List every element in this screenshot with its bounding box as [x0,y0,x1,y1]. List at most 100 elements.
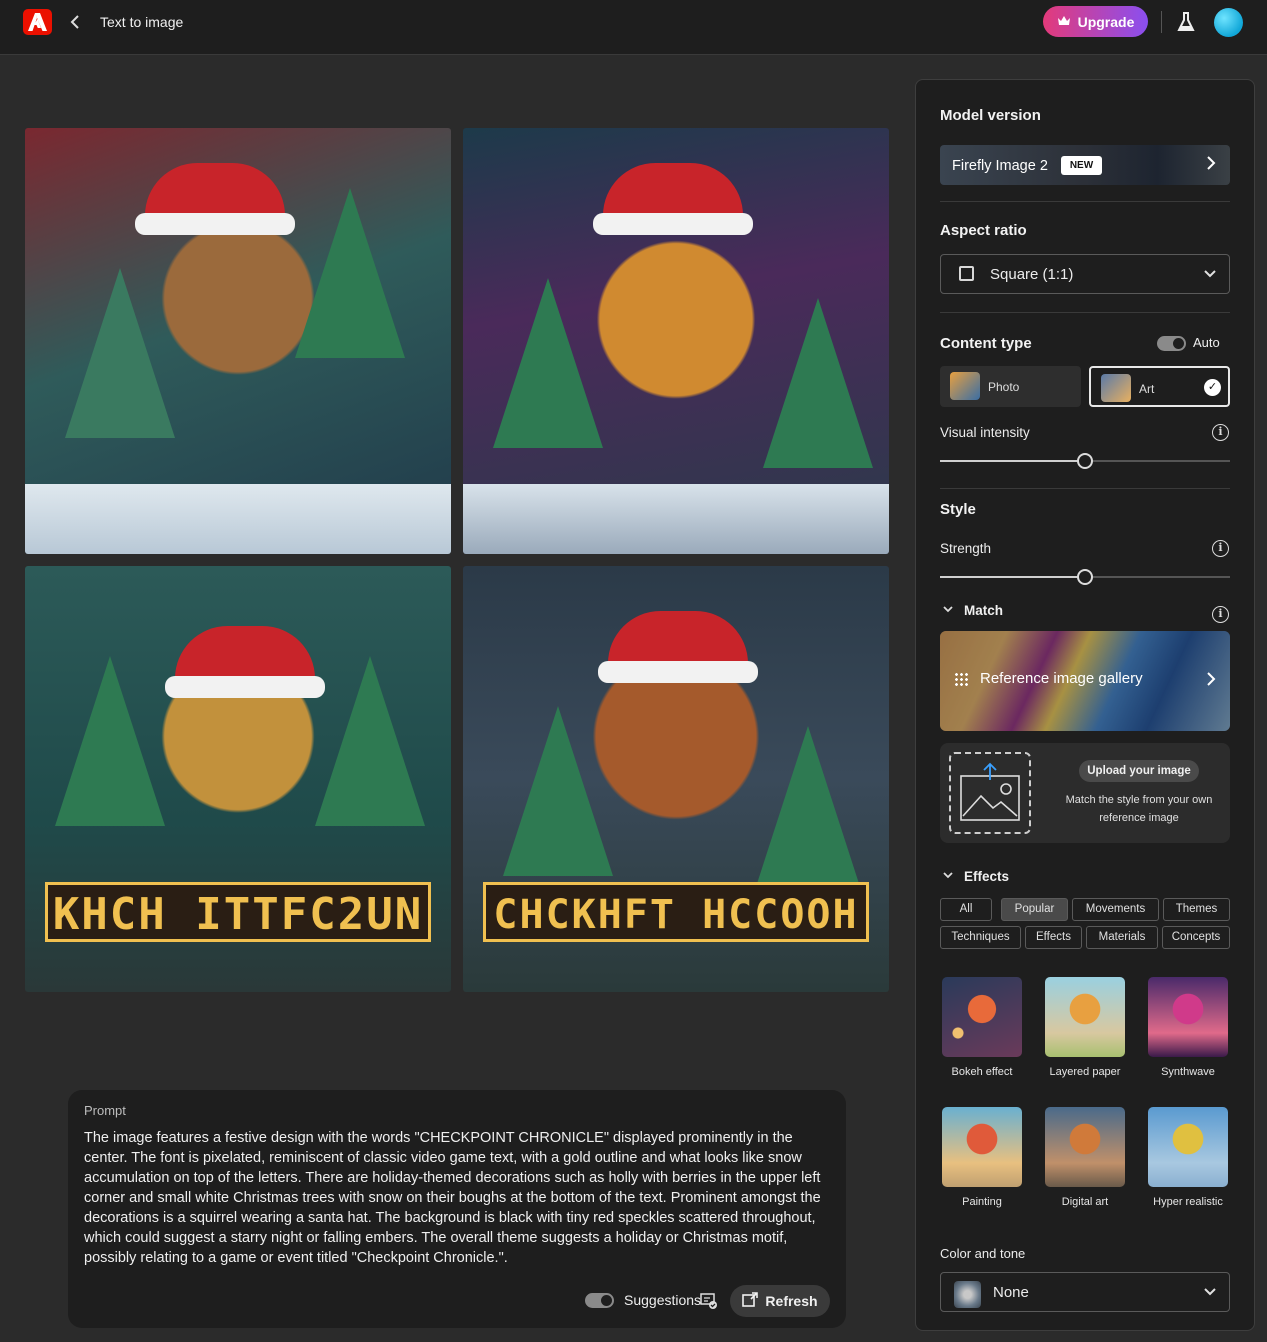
adobe-logo-icon[interactable] [23,9,52,35]
effect-hyper-realistic[interactable]: Hyper realistic [1146,1107,1230,1208]
match-toggle[interactable]: Match [964,603,1003,618]
model-version-selector[interactable]: Firefly Image 2 NEW [940,145,1230,185]
effect-layered-paper[interactable]: Layered paper [1043,977,1127,1078]
content-type-title: Content type [940,335,1032,352]
slider-knob[interactable] [1077,453,1093,469]
effect-digital-art[interactable]: Digital art [1043,1107,1127,1208]
upload-reference-area[interactable]: Upload your image Match the style from y… [940,743,1230,843]
settings-panel: Model version Firefly Image 2 NEW Aspect… [915,79,1255,1331]
generated-image-2[interactable] [463,128,889,554]
effect-bokeh[interactable]: Bokeh effect [940,977,1024,1078]
effect-tab-movements[interactable]: Movements [1072,898,1159,921]
user-avatar[interactable] [1214,8,1243,37]
info-icon[interactable]: i [1212,606,1229,623]
slider-fill [940,460,1085,462]
snow-ground [463,484,889,554]
strength-slider[interactable] [940,569,1230,585]
section-divider [940,201,1230,202]
tree-decoration [503,706,613,876]
chevron-down-icon[interactable] [942,604,954,617]
digital-art-thumbnail [1045,1107,1125,1187]
new-badge: NEW [1061,156,1102,175]
effect-label: Digital art [1061,1196,1109,1208]
style-title: Style [940,501,976,518]
aspect-ratio-value: Square (1:1) [990,266,1074,283]
santa-hat [598,611,758,683]
info-icon[interactable]: i [1212,540,1229,557]
suggestions-label: Suggestions [624,1292,702,1308]
generated-image-3[interactable]: KHCH ITTFC2UN [25,566,451,992]
upload-your-image-button[interactable]: Upload your image [1079,760,1199,782]
refresh-button[interactable]: Refresh [730,1285,830,1317]
suggestions-toggle[interactable] [585,1293,614,1308]
santa-hat [165,626,325,698]
tree-decoration [493,278,603,448]
pixel-title-text: CHCKHFT HCCOOH [483,882,869,942]
top-bar: Text to image Upgrade [0,0,1267,55]
effects-toggle[interactable]: Effects [964,869,1009,884]
painting-thumbnail [942,1107,1022,1187]
slider-knob[interactable] [1077,569,1093,585]
effect-tab-effects[interactable]: Effects [1025,926,1082,949]
content-type-photo[interactable]: Photo [940,366,1081,407]
page-title: Text to image [100,14,184,30]
upgrade-button[interactable]: Upgrade [1043,6,1148,37]
section-divider [940,488,1230,489]
generated-image-4[interactable]: CHCKHFT HCCOOH [463,566,889,992]
santa-hat [135,163,295,235]
aspect-ratio-title: Aspect ratio [940,222,1027,239]
prompt-label: Prompt [84,1103,126,1118]
content-type-art[interactable]: Art ✓ [1089,366,1230,407]
effect-label: Bokeh effect [951,1066,1013,1078]
labs-flask-icon[interactable] [1177,11,1195,38]
reference-gallery-label: Reference image gallery [980,670,1143,687]
refresh-label: Refresh [765,1293,818,1309]
grid-icon [954,672,968,686]
crown-icon [1057,14,1071,30]
visual-intensity-label: Visual intensity [940,425,1030,440]
content-type-label: Photo [988,380,1020,394]
strength-label: Strength [940,541,992,556]
effect-label: Painting [962,1196,1002,1208]
effect-tab-all[interactable]: All [940,898,992,921]
synthwave-thumbnail [1148,977,1228,1057]
generated-image-1[interactable] [25,128,451,554]
layered-paper-thumbnail [1045,977,1125,1057]
bokeh-thumbnail [942,977,1022,1057]
color-tone-dropdown[interactable]: None [940,1272,1230,1312]
hyper-realistic-thumbnail [1148,1107,1228,1187]
back-arrow-icon[interactable] [68,12,86,32]
prompt-box: Prompt The image features a festive desi… [68,1090,846,1328]
color-tone-value: None [993,1284,1029,1301]
effect-tab-themes[interactable]: Themes [1163,898,1230,921]
tree-decoration [315,656,425,826]
visual-intensity-slider[interactable] [940,453,1230,469]
effect-label: Layered paper [1049,1066,1121,1078]
refresh-icon [742,1291,759,1311]
effect-tab-popular[interactable]: Popular [1001,898,1068,921]
chevron-right-icon [1206,155,1216,176]
info-icon[interactable]: i [1212,424,1229,441]
tree-decoration [55,656,165,826]
color-tone-thumbnail [954,1281,981,1308]
art-thumbnail [1101,374,1131,402]
auto-toggle[interactable] [1157,336,1186,351]
model-version-title: Model version [940,107,1041,124]
reference-gallery-button[interactable]: Reference image gallery [940,631,1230,731]
aspect-ratio-dropdown[interactable]: Square (1:1) [940,254,1230,294]
prompt-textarea[interactable]: The image features a festive design with… [84,1128,834,1268]
suggestions-settings-icon[interactable] [700,1293,718,1314]
effect-tab-materials[interactable]: Materials [1086,926,1158,949]
tree-decoration [65,268,175,438]
effect-tab-concepts[interactable]: Concepts [1162,926,1230,949]
effect-synthwave[interactable]: Synthwave [1146,977,1230,1078]
slider-fill [940,576,1085,578]
content-type-label: Art [1139,382,1155,396]
effect-painting[interactable]: Painting [940,1107,1024,1208]
effect-tab-techniques[interactable]: Techniques [940,926,1021,949]
tree-decoration [295,188,405,358]
tree-decoration [763,298,873,468]
chevron-down-icon [1203,1283,1217,1306]
chevron-down-icon[interactable] [942,870,954,883]
checkmark-icon: ✓ [1204,379,1221,396]
